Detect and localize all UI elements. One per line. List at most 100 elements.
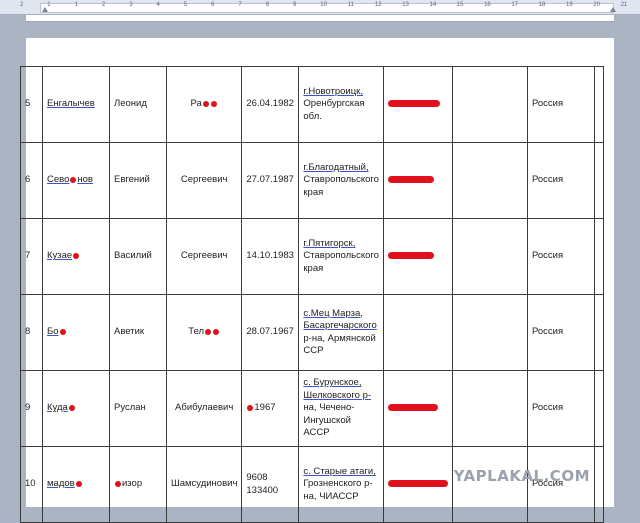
- patronymic-text: Ра: [190, 98, 202, 110]
- extra-cell[interactable]: [593, 142, 604, 219]
- date-cell[interactable]: 14.10.1983: [241, 218, 300, 295]
- birthplace-cell[interactable]: г.Благодатный, Ставропольского края: [298, 142, 384, 219]
- redaction-mark: [247, 404, 254, 411]
- extra-cell[interactable]: [593, 294, 604, 371]
- row-number: 9: [25, 402, 31, 414]
- name-cell[interactable]: изор: [109, 446, 167, 523]
- ruler-number: 8: [265, 2, 270, 8]
- row-number: 8: [25, 326, 31, 338]
- country-cell[interactable]: Россия: [526, 142, 595, 219]
- row-number-cell[interactable]: 9: [20, 370, 43, 447]
- surname-cell[interactable]: Енгалычев: [42, 66, 110, 143]
- empty-cell[interactable]: [451, 370, 528, 447]
- date-cell[interactable]: 27.07.1987: [241, 142, 300, 219]
- ruler-number: 10: [320, 2, 327, 8]
- redaction-mark: [59, 328, 66, 335]
- empty-cell[interactable]: [451, 142, 528, 219]
- surname-text: Кузае: [47, 250, 73, 262]
- ruler-number: 6: [211, 2, 215, 8]
- empty-cell[interactable]: [451, 218, 528, 295]
- name-text: Леонид: [114, 98, 147, 110]
- patronymic-cell[interactable]: Сергеевич: [165, 218, 243, 295]
- surname-text: Куда: [47, 402, 68, 414]
- name-cell[interactable]: Леонид: [109, 66, 167, 143]
- passport-cell[interactable]: [382, 142, 453, 219]
- ruler-number: 21: [620, 2, 628, 8]
- name-text: изор: [122, 478, 143, 490]
- table-row: 7 Кузае Василий Сергеевич 14.10.1983 г.Пятиго…: [20, 218, 604, 295]
- passport-cell[interactable]: [382, 66, 453, 143]
- surname-text: мадов: [47, 478, 75, 490]
- ruler-right-margin-marker[interactable]: [610, 7, 616, 12]
- horizontal-ruler[interactable]: 2 1 1 2 3 4 5 6 7 8 9 10 11 12 13 14 15 16 17 18 19 20 21: [0, 0, 640, 15]
- watermark: YAPLAKAL.COM: [453, 467, 590, 485]
- extra-cell[interactable]: [593, 218, 604, 295]
- ruler-number: 19: [566, 2, 573, 8]
- name-cell[interactable]: Руслан: [109, 370, 167, 447]
- ruler-number: 9: [293, 2, 297, 8]
- birthplace-cell[interactable]: г.Новотроицк, Оренбургская обл.: [298, 66, 384, 143]
- surname-cell[interactable]: Куда: [42, 370, 110, 447]
- passport-cell[interactable]: [382, 446, 453, 523]
- birthplace-cell[interactable]: с. Бурунское, Шелковского р-на, Чечено- Ин…: [298, 370, 384, 447]
- row-number-cell[interactable]: 7: [20, 218, 43, 295]
- ruler-number: 12: [374, 2, 382, 8]
- birthplace-line: обл.: [303, 110, 322, 122]
- patronymic-cell[interactable]: Шамсудинович: [165, 446, 243, 523]
- country-cell[interactable]: Россия: [526, 218, 595, 295]
- redaction-mark: [387, 176, 434, 184]
- row-number-cell[interactable]: 8: [20, 294, 43, 371]
- passport-cell[interactable]: [382, 370, 453, 447]
- surname-cell[interactable]: Кузае: [42, 218, 110, 295]
- extra-cell[interactable]: [593, 66, 604, 143]
- patronymic-cell[interactable]: Тел: [165, 294, 243, 371]
- birthplace-cell[interactable]: с. Старые атаги, Грозненского р-на, ЧИАСС…: [298, 446, 384, 523]
- country-cell[interactable]: Россия: [526, 66, 595, 143]
- table-row: 9 Куда Руслан Абибулаевич 1967 с. Бурунское, Ш…: [20, 370, 604, 447]
- name-cell[interactable]: Аветик: [109, 294, 167, 371]
- surname-cell[interactable]: Сево нов: [42, 142, 110, 219]
- patronymic-text: Сергеевич: [180, 174, 228, 186]
- birthplace-line: с. Бурунское,: [303, 377, 362, 389]
- patronymic-text: Шамсудинович: [171, 478, 238, 490]
- redaction-mark: [387, 252, 434, 260]
- country-text: Россия: [531, 326, 564, 338]
- birthplace-line: края: [303, 262, 324, 274]
- passport-cell[interactable]: [382, 294, 453, 371]
- document-page[interactable]: 5 Енгалычев Леонид Ра 26.04.1982 г.Новотроицк…: [20, 38, 614, 523]
- surname-tail-text: нов: [77, 174, 93, 186]
- row-number-cell[interactable]: 6: [20, 142, 43, 219]
- date-cell[interactable]: 26.04.1982: [241, 66, 300, 143]
- extra-cell[interactable]: [593, 446, 604, 523]
- ruler-number: 3: [129, 2, 133, 8]
- birthplace-cell[interactable]: с.Мец Марза, Басаргечарского р-на, Армянск…: [298, 294, 384, 371]
- date-cell[interactable]: 28.07.1967: [241, 294, 300, 371]
- surname-cell[interactable]: мадов: [42, 446, 110, 523]
- previous-page-edge: [26, 15, 614, 22]
- empty-cell[interactable]: [451, 66, 528, 143]
- patronymic-cell[interactable]: Ра: [165, 66, 243, 143]
- extra-cell[interactable]: [593, 370, 604, 447]
- empty-cell[interactable]: [451, 294, 528, 371]
- redaction-mark: [68, 404, 75, 411]
- patronymic-cell[interactable]: Абибулаевич: [165, 370, 243, 447]
- country-cell[interactable]: Россия: [526, 294, 595, 371]
- surname-text: Енгалычев: [47, 98, 95, 110]
- date-cell[interactable]: 9608 133400: [241, 446, 300, 523]
- ruler-number: 1: [47, 2, 51, 8]
- ruler-number: 15: [456, 2, 464, 8]
- birthplace-line: АССР: [303, 427, 330, 439]
- passport-cell[interactable]: [382, 218, 453, 295]
- birthplace-cell[interactable]: г.Пятигорск, Ставропольского края: [298, 218, 384, 295]
- row-number-cell[interactable]: 10: [20, 446, 43, 523]
- country-cell[interactable]: Россия: [526, 370, 595, 447]
- name-text: Евгений: [114, 174, 150, 186]
- patronymic-cell[interactable]: Сергеевич: [165, 142, 243, 219]
- name-cell[interactable]: Евгений: [109, 142, 167, 219]
- name-cell[interactable]: Василий: [109, 218, 167, 295]
- date-cell[interactable]: 1967: [241, 370, 300, 447]
- redaction-mark: [387, 404, 438, 412]
- surname-cell[interactable]: Бо: [42, 294, 110, 371]
- row-number-cell[interactable]: 5: [20, 66, 43, 143]
- ruler-number: 16: [484, 2, 491, 8]
